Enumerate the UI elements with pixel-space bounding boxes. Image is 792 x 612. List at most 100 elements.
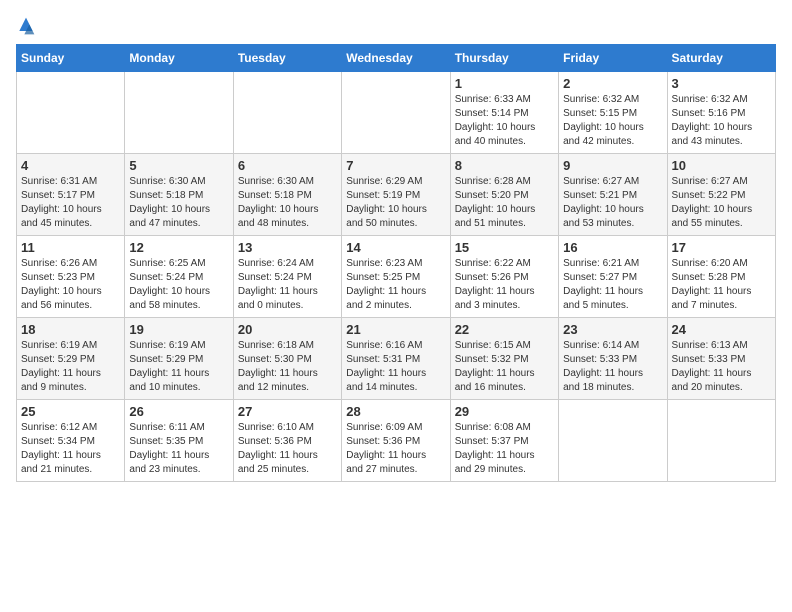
day-info: Sunrise: 6:24 AM Sunset: 5:24 PM Dayligh…	[238, 257, 337, 313]
day-number: 14	[346, 240, 445, 255]
day-number: 1	[455, 76, 554, 91]
calendar-cell: 26 Sunrise: 6:11 AM Sunset: 5:35 PM Dayli…	[125, 400, 233, 482]
calendar-cell: 29 Sunrise: 6:08 AM Sunset: 5:37 PM Dayli…	[450, 400, 558, 482]
day-info: Sunrise: 6:30 AM Sunset: 5:18 PM Dayligh…	[238, 175, 337, 231]
day-info: Sunrise: 6:12 AM Sunset: 5:34 PM Dayligh…	[21, 421, 120, 477]
day-info: Sunrise: 6:32 AM Sunset: 5:16 PM Dayligh…	[672, 93, 771, 149]
day-header-sunday: Sunday	[17, 45, 125, 72]
calendar-cell: 13 Sunrise: 6:24 AM Sunset: 5:24 PM Dayli…	[233, 236, 341, 318]
calendar-header-row: SundayMondayTuesdayWednesdayThursdayFrid…	[17, 45, 776, 72]
day-number: 4	[21, 158, 120, 173]
day-number: 29	[455, 404, 554, 419]
day-info: Sunrise: 6:21 AM Sunset: 5:27 PM Dayligh…	[563, 257, 662, 313]
calendar-cell: 18Sunrise: 6:19 AM Sunset: 5:29 PM Dayli…	[17, 318, 125, 400]
calendar-cell: 6Sunrise: 6:30 AM Sunset: 5:18 PM Daylig…	[233, 154, 341, 236]
calendar-cell: 15 Sunrise: 6:22 AM Sunset: 5:26 PM Dayli…	[450, 236, 558, 318]
calendar-cell: 21 Sunrise: 6:16 AM Sunset: 5:31 PM Dayli…	[342, 318, 450, 400]
day-number: 13	[238, 240, 337, 255]
calendar-cell: 25 Sunrise: 6:12 AM Sunset: 5:34 PM Dayli…	[17, 400, 125, 482]
day-number: 7	[346, 158, 445, 173]
calendar-cell: 8 Sunrise: 6:28 AM Sunset: 5:20 PM Daylig…	[450, 154, 558, 236]
calendar-cell: 19 Sunrise: 6:19 AM Sunset: 5:29 PM Dayli…	[125, 318, 233, 400]
day-number: 8	[455, 158, 554, 173]
day-info: Sunrise: 6:09 AM Sunset: 5:36 PM Dayligh…	[346, 421, 445, 477]
calendar-cell: 1 Sunrise: 6:33 AM Sunset: 5:14 PM Daylig…	[450, 72, 558, 154]
day-info: Sunrise: 6:29 AM Sunset: 5:19 PM Dayligh…	[346, 175, 445, 231]
day-number: 3	[672, 76, 771, 91]
day-number: 16	[563, 240, 662, 255]
calendar-cell	[125, 72, 233, 154]
day-number: 21	[346, 322, 445, 337]
calendar-week-row: 4 Sunrise: 6:31 AM Sunset: 5:17 PM Daylig…	[17, 154, 776, 236]
day-number: 22	[455, 322, 554, 337]
day-info: Sunrise: 6:19 AM Sunset: 5:29 PM Dayligh…	[129, 339, 228, 395]
day-number: 24	[672, 322, 771, 337]
day-number: 15	[455, 240, 554, 255]
day-number: 27	[238, 404, 337, 419]
logo	[16, 16, 40, 36]
day-info: Sunrise: 6:31 AM Sunset: 5:17 PM Dayligh…	[21, 175, 120, 231]
day-number: 23	[563, 322, 662, 337]
calendar-week-row: 11Sunrise: 6:26 AM Sunset: 5:23 PM Dayli…	[17, 236, 776, 318]
calendar-cell	[17, 72, 125, 154]
day-info: Sunrise: 6:13 AM Sunset: 5:33 PM Dayligh…	[672, 339, 771, 395]
calendar-cell	[233, 72, 341, 154]
day-info: Sunrise: 6:33 AM Sunset: 5:14 PM Dayligh…	[455, 93, 554, 149]
calendar-cell: 16 Sunrise: 6:21 AM Sunset: 5:27 PM Dayli…	[559, 236, 667, 318]
day-info: Sunrise: 6:22 AM Sunset: 5:26 PM Dayligh…	[455, 257, 554, 313]
day-header-saturday: Saturday	[667, 45, 775, 72]
calendar-cell	[559, 400, 667, 482]
calendar-cell: 4 Sunrise: 6:31 AM Sunset: 5:17 PM Daylig…	[17, 154, 125, 236]
day-info: Sunrise: 6:10 AM Sunset: 5:36 PM Dayligh…	[238, 421, 337, 477]
calendar-week-row: 18Sunrise: 6:19 AM Sunset: 5:29 PM Dayli…	[17, 318, 776, 400]
day-header-friday: Friday	[559, 45, 667, 72]
calendar-cell: 24 Sunrise: 6:13 AM Sunset: 5:33 PM Dayli…	[667, 318, 775, 400]
calendar-cell: 11Sunrise: 6:26 AM Sunset: 5:23 PM Dayli…	[17, 236, 125, 318]
day-number: 9	[563, 158, 662, 173]
calendar-cell: 17 Sunrise: 6:20 AM Sunset: 5:28 PM Dayli…	[667, 236, 775, 318]
day-info: Sunrise: 6:23 AM Sunset: 5:25 PM Dayligh…	[346, 257, 445, 313]
day-header-thursday: Thursday	[450, 45, 558, 72]
day-info: Sunrise: 6:28 AM Sunset: 5:20 PM Dayligh…	[455, 175, 554, 231]
calendar-cell: 28 Sunrise: 6:09 AM Sunset: 5:36 PM Dayli…	[342, 400, 450, 482]
day-info: Sunrise: 6:19 AM Sunset: 5:29 PM Dayligh…	[21, 339, 120, 395]
calendar-week-row: 1 Sunrise: 6:33 AM Sunset: 5:14 PM Daylig…	[17, 72, 776, 154]
day-info: Sunrise: 6:15 AM Sunset: 5:32 PM Dayligh…	[455, 339, 554, 395]
day-info: Sunrise: 6:20 AM Sunset: 5:28 PM Dayligh…	[672, 257, 771, 313]
calendar-week-row: 25 Sunrise: 6:12 AM Sunset: 5:34 PM Dayli…	[17, 400, 776, 482]
day-number: 17	[672, 240, 771, 255]
page-header	[16, 16, 776, 36]
day-number: 25	[21, 404, 120, 419]
calendar-cell: 3 Sunrise: 6:32 AM Sunset: 5:16 PM Daylig…	[667, 72, 775, 154]
day-info: Sunrise: 6:32 AM Sunset: 5:15 PM Dayligh…	[563, 93, 662, 149]
day-info: Sunrise: 6:08 AM Sunset: 5:37 PM Dayligh…	[455, 421, 554, 477]
day-header-wednesday: Wednesday	[342, 45, 450, 72]
day-info: Sunrise: 6:11 AM Sunset: 5:35 PM Dayligh…	[129, 421, 228, 477]
day-number: 5	[129, 158, 228, 173]
day-number: 2	[563, 76, 662, 91]
calendar-cell: 12 Sunrise: 6:25 AM Sunset: 5:24 PM Dayli…	[125, 236, 233, 318]
day-info: Sunrise: 6:18 AM Sunset: 5:30 PM Dayligh…	[238, 339, 337, 395]
day-number: 28	[346, 404, 445, 419]
calendar-cell	[342, 72, 450, 154]
logo-icon	[16, 16, 36, 36]
calendar-cell: 20 Sunrise: 6:18 AM Sunset: 5:30 PM Dayli…	[233, 318, 341, 400]
day-number: 11	[21, 240, 120, 255]
day-number: 26	[129, 404, 228, 419]
day-number: 19	[129, 322, 228, 337]
day-header-tuesday: Tuesday	[233, 45, 341, 72]
day-info: Sunrise: 6:27 AM Sunset: 5:21 PM Dayligh…	[563, 175, 662, 231]
day-info: Sunrise: 6:16 AM Sunset: 5:31 PM Dayligh…	[346, 339, 445, 395]
calendar-cell: 7 Sunrise: 6:29 AM Sunset: 5:19 PM Daylig…	[342, 154, 450, 236]
day-number: 12	[129, 240, 228, 255]
calendar-cell: 2 Sunrise: 6:32 AM Sunset: 5:15 PM Daylig…	[559, 72, 667, 154]
calendar-cell: 5Sunrise: 6:30 AM Sunset: 5:18 PM Daylig…	[125, 154, 233, 236]
calendar-cell: 9 Sunrise: 6:27 AM Sunset: 5:21 PM Daylig…	[559, 154, 667, 236]
calendar-cell: 27 Sunrise: 6:10 AM Sunset: 5:36 PM Dayli…	[233, 400, 341, 482]
day-info: Sunrise: 6:25 AM Sunset: 5:24 PM Dayligh…	[129, 257, 228, 313]
calendar-table: SundayMondayTuesdayWednesdayThursdayFrid…	[16, 44, 776, 482]
calendar-cell	[667, 400, 775, 482]
day-number: 20	[238, 322, 337, 337]
day-number: 10	[672, 158, 771, 173]
day-info: Sunrise: 6:14 AM Sunset: 5:33 PM Dayligh…	[563, 339, 662, 395]
